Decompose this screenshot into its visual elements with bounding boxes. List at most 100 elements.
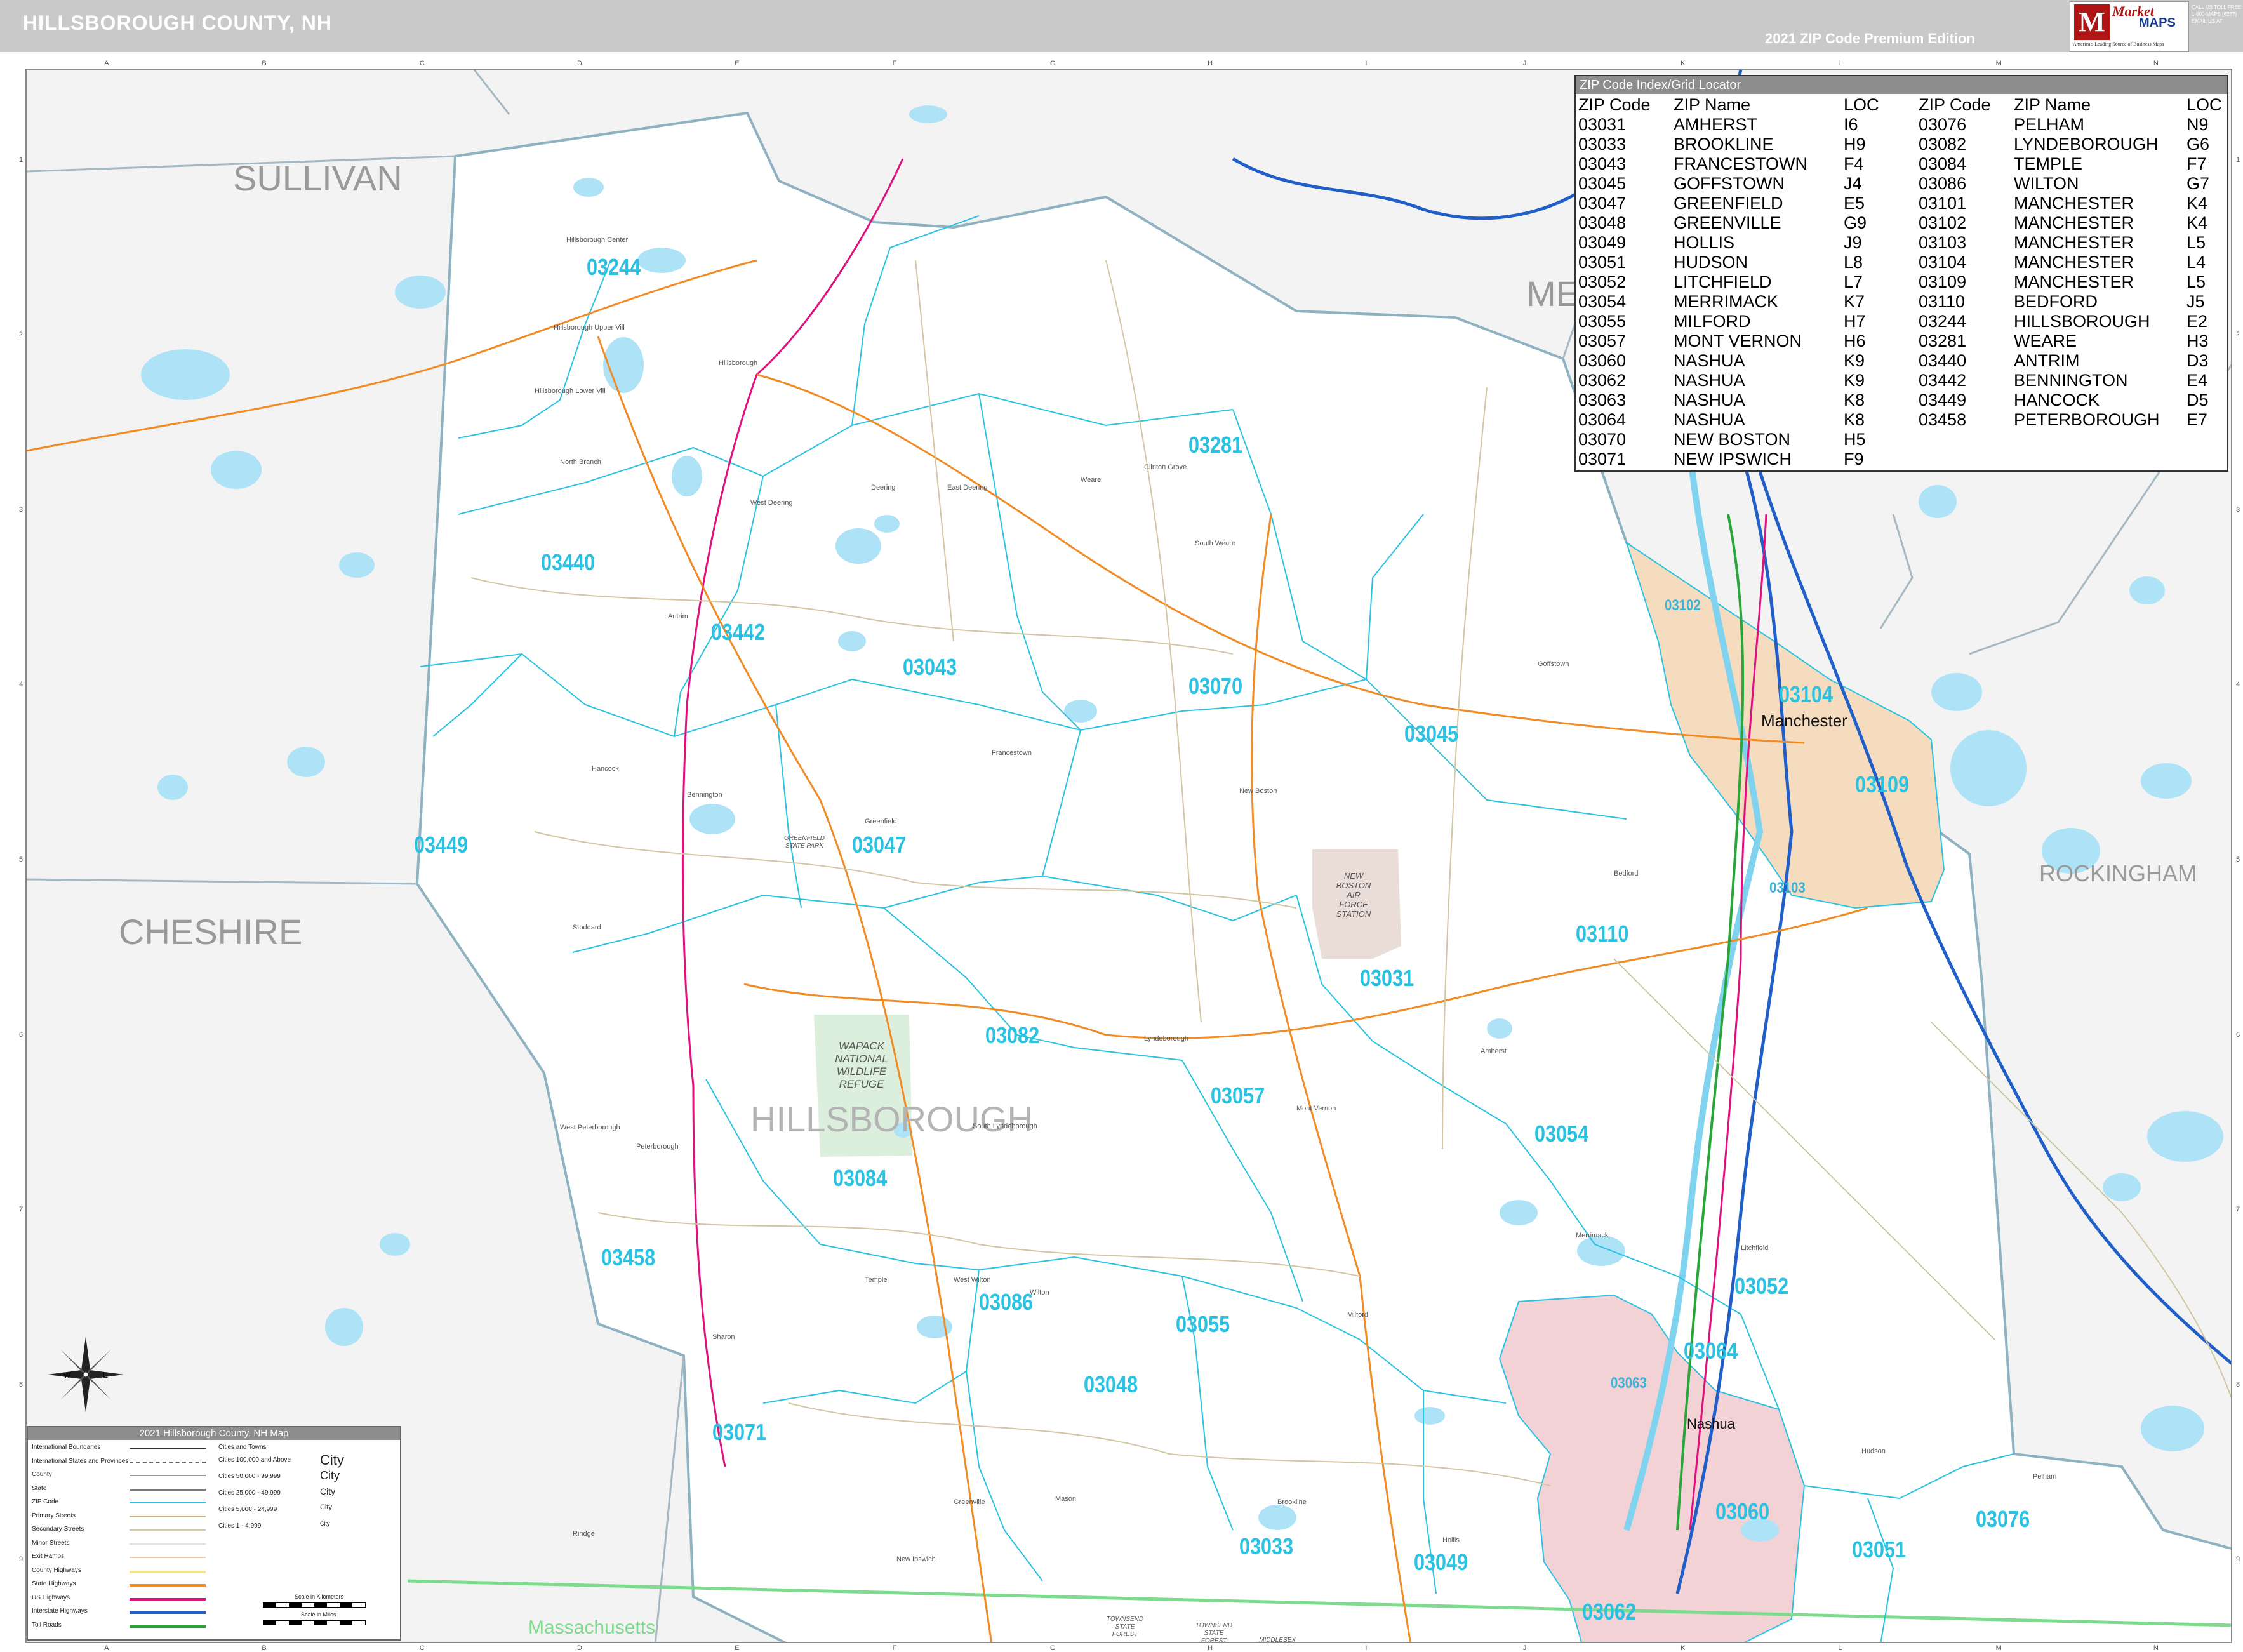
place-label: New Ipswich bbox=[896, 1555, 936, 1563]
place-label: Litchfield bbox=[1741, 1244, 1769, 1252]
zip-index-row: 03055 MILFORD H7 bbox=[1576, 312, 1882, 331]
nashua-city-label[interactable]: Nashua bbox=[1687, 1416, 1735, 1432]
zip-label-03281[interactable]: 03281 bbox=[1188, 432, 1242, 458]
legend-item-label: Toll Roads bbox=[32, 1621, 62, 1629]
place-label: West Deering bbox=[750, 499, 793, 507]
zip-code-cell: 03063 bbox=[1578, 390, 1627, 410]
zip-label-03047[interactable]: 03047 bbox=[852, 832, 906, 858]
zip-label-03043[interactable]: 03043 bbox=[903, 654, 957, 681]
zip-label-03076[interactable]: 03076 bbox=[1976, 1506, 2030, 1533]
zip-index-row: 03458 PETERBOROUGH E7 bbox=[1916, 410, 2225, 430]
loc-cell: K4 bbox=[2186, 213, 2208, 232]
zip-label-03109[interactable]: 03109 bbox=[1855, 771, 1909, 798]
wapack-refuge-label: WAPACK NATIONAL WILDLIFE REFUGE bbox=[835, 1040, 888, 1090]
grid-number-marker: 3 bbox=[19, 505, 23, 514]
zip-name-cell: BROOKLINE bbox=[1674, 135, 1774, 154]
grid-number-marker: 7 bbox=[19, 1206, 23, 1214]
zip-name-cell: MANCHESTER bbox=[2014, 213, 2134, 232]
place-label: Rindge bbox=[573, 1530, 595, 1538]
loc-cell: K8 bbox=[1844, 390, 1865, 410]
legend-line-sample bbox=[130, 1448, 206, 1451]
legend-item-label: State Highways bbox=[32, 1580, 76, 1587]
legend-line-sample bbox=[130, 1625, 206, 1630]
zip-label-03244[interactable]: 03244 bbox=[587, 254, 641, 281]
zip-label-03045[interactable]: 03045 bbox=[1404, 721, 1458, 747]
zip-index-row: 03031 AMHERST I6 bbox=[1576, 115, 1882, 135]
zip-label-03049[interactable]: 03049 bbox=[1414, 1549, 1468, 1576]
zip-name-cell: WEARE bbox=[2014, 331, 2077, 350]
legend-line-sample bbox=[130, 1584, 206, 1589]
zip-label-03110[interactable]: 03110 bbox=[1576, 921, 1628, 947]
massachusetts-label: Massachusetts bbox=[528, 1617, 656, 1638]
zip-label-03102[interactable]: 03102 bbox=[1665, 597, 1701, 615]
legend-city-size-label: Cities 100,000 and Above bbox=[218, 1456, 291, 1463]
zip-label-03063[interactable]: 03063 bbox=[1611, 1375, 1647, 1392]
map-legend: 2021 Hillsborough County, NH Map Interna… bbox=[27, 1426, 401, 1641]
place-label: Hillsborough Upper Vill bbox=[554, 324, 625, 331]
zip-label-03458[interactable]: 03458 bbox=[601, 1244, 655, 1271]
zip-index-row: 03057 MONT VERNON H6 bbox=[1576, 331, 1882, 351]
legend-item-label: County bbox=[32, 1471, 52, 1478]
zip-label-03048[interactable]: 03048 bbox=[1084, 1371, 1138, 1398]
zip-label-03442[interactable]: 03442 bbox=[711, 619, 765, 646]
logo-tagline: America's Leading Source of Business Map… bbox=[2073, 41, 2164, 47]
zip-label-03055[interactable]: 03055 bbox=[1176, 1311, 1230, 1338]
zip-label-03064[interactable]: 03064 bbox=[1684, 1338, 1738, 1364]
legend-line-sample bbox=[130, 1611, 206, 1616]
zip-code-cell: 03045 bbox=[1578, 174, 1627, 193]
place-label: Goffstown bbox=[1538, 660, 1569, 668]
zip-label-03054[interactable]: 03054 bbox=[1534, 1121, 1588, 1147]
zip-index-row: 03449 HANCOCK D5 bbox=[1916, 390, 2225, 410]
zip-label-03033[interactable]: 03033 bbox=[1239, 1533, 1293, 1560]
place-label: Pelham bbox=[2033, 1473, 2057, 1481]
zip-code-cell: 03103 bbox=[1919, 233, 1967, 252]
place-label: Hancock bbox=[592, 765, 619, 773]
loc-cell: J5 bbox=[2186, 292, 2205, 311]
grid-letter-marker: J bbox=[1522, 60, 1527, 67]
zip-index-row: 03071 NEW IPSWICH F9 bbox=[1576, 450, 1882, 469]
logo-contact: CALL US TOLL FREE 1-800-MAPS (6277) EMAI… bbox=[2192, 4, 2241, 25]
zip-label-03104[interactable]: 03104 bbox=[1779, 681, 1833, 708]
loc-cell: K9 bbox=[1844, 371, 1865, 390]
zip-label-03031[interactable]: 03031 bbox=[1360, 965, 1414, 992]
legend-line-sample bbox=[130, 1475, 206, 1478]
new-boston-afs-label: NEW BOSTON AIR FORCE STATION bbox=[1336, 871, 1371, 919]
grid-letter-marker: L bbox=[1838, 1644, 1842, 1652]
zip-label-03084[interactable]: 03084 bbox=[833, 1165, 887, 1192]
loc-cell: E2 bbox=[2186, 312, 2208, 331]
zip-label-03052[interactable]: 03052 bbox=[1734, 1273, 1788, 1300]
zip-label-03440[interactable]: 03440 bbox=[541, 549, 595, 576]
zip-label-03082[interactable]: 03082 bbox=[985, 1022, 1039, 1049]
zip-label-03070[interactable]: 03070 bbox=[1188, 673, 1242, 700]
manchester-city-label[interactable]: Manchester bbox=[1761, 711, 1847, 731]
loc-cell: H3 bbox=[2186, 331, 2209, 350]
zip-label-03057[interactable]: 03057 bbox=[1211, 1082, 1265, 1109]
loc-cell: K8 bbox=[1844, 410, 1865, 429]
zip-label-03051[interactable]: 03051 bbox=[1852, 1536, 1906, 1563]
zip-index-row: 03086 WILTON G7 bbox=[1916, 174, 2225, 194]
legend-line-sample bbox=[130, 1529, 206, 1533]
zip-index-header-row: ZIP Code ZIP Name LOC bbox=[1576, 95, 1882, 115]
zip-name-cell: NASHUA bbox=[1674, 390, 1745, 410]
zip-label-03060[interactable]: 03060 bbox=[1715, 1498, 1769, 1525]
middlesex-label: MIDDLESEX bbox=[1259, 1637, 1296, 1643]
loc-cell: H6 bbox=[1844, 331, 1866, 350]
zip-code-cell: 03104 bbox=[1919, 253, 1967, 272]
place-label: Bedford bbox=[1614, 870, 1639, 877]
zip-label-03103[interactable]: 03103 bbox=[1769, 879, 1806, 897]
grid-letter-marker: G bbox=[1049, 1644, 1056, 1652]
zip-col-header: ZIP Code bbox=[1919, 95, 1991, 114]
zip-label-03071[interactable]: 03071 bbox=[712, 1419, 766, 1446]
zip-index-row: 03076 PELHAM N9 bbox=[1916, 115, 2225, 135]
zip-label-03086[interactable]: 03086 bbox=[979, 1289, 1033, 1316]
market-maps-logo[interactable]: M Market MAPS America's Leading Source o… bbox=[2070, 1, 2189, 52]
grid-number-marker: 3 bbox=[2236, 505, 2240, 514]
grid-number-marker: 9 bbox=[2236, 1555, 2240, 1564]
loc-cell: G7 bbox=[2186, 174, 2210, 193]
edition-label: 2021 ZIP Code Premium Edition bbox=[1765, 30, 1975, 46]
map-title: HILLSBOROUGH COUNTY, NH bbox=[23, 11, 332, 34]
zip-label-03062[interactable]: 03062 bbox=[1582, 1599, 1636, 1625]
legend-city-sample: City bbox=[320, 1451, 344, 1468]
legend-scale-bar bbox=[263, 1602, 366, 1608]
zip-label-03449[interactable]: 03449 bbox=[414, 832, 468, 858]
